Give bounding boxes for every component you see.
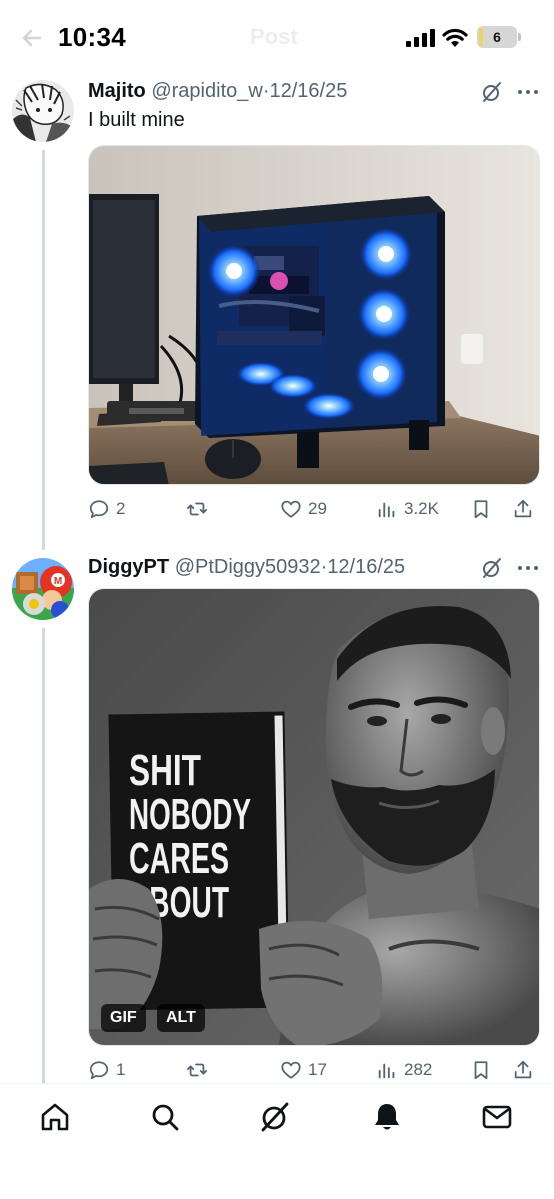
gigachad-gif-frame: SHIT NOBODY CARES ABOUT (89, 589, 539, 1045)
post-date[interactable]: 12/16/25 (327, 556, 405, 578)
reply-icon (89, 1061, 109, 1080)
tweet-actions: 1 17 282 (88, 1055, 540, 1085)
display-name[interactable]: Majito (88, 80, 146, 102)
tweet-text: I built mine (88, 109, 185, 131)
manga-avatar-image (12, 80, 74, 142)
avatar[interactable]: M (12, 558, 74, 620)
views-button[interactable]: 282 (376, 1055, 432, 1085)
bottom-nav (0, 1083, 554, 1199)
views-button[interactable]: 3.2K (376, 494, 439, 524)
tweet[interactable]: Majito @rapidito_w·12/16/25 I built mine (0, 0, 554, 540)
heart-icon (281, 500, 301, 518)
retweet-icon (186, 1063, 208, 1077)
gif-badge: GIF (101, 1004, 146, 1032)
reply-count: 2 (116, 499, 126, 518)
like-button[interactable]: 17 (280, 1055, 327, 1085)
book-text-line: SHIT (129, 746, 201, 795)
book-text-line: CARES (129, 834, 229, 883)
nav-notifications[interactable] (370, 1100, 404, 1134)
bookmark-icon (474, 500, 488, 519)
reply-icon (89, 500, 109, 519)
tweet-header: Majito @rapidito_w·12/16/25 (88, 78, 347, 106)
reply-button[interactable]: 1 (88, 1055, 125, 1085)
nav-grok[interactable] (258, 1100, 292, 1134)
alt-text-button[interactable]: ALT (157, 1004, 205, 1032)
tweet[interactable]: M DiggyPT @PtDiggy50932·12/16/25 SHIT NO… (0, 540, 554, 1083)
view-count: 282 (404, 1060, 433, 1079)
grok-icon (261, 1102, 289, 1132)
share-button[interactable] (512, 1055, 534, 1085)
retweet-button[interactable] (186, 494, 214, 524)
pc-build-photo (89, 146, 539, 484)
handle[interactable]: @rapidito_w (151, 80, 262, 102)
notifications-icon (375, 1104, 399, 1130)
heart-icon (281, 1061, 301, 1079)
bookmark-icon (474, 1061, 488, 1080)
like-count: 29 (308, 499, 327, 518)
tweet-photo[interactable] (88, 145, 540, 485)
tweet-actions: 2 29 3.2K (88, 494, 540, 524)
svg-text:M: M (54, 576, 62, 587)
handle[interactable]: @PtDiggy50932 (175, 556, 321, 578)
views-icon (378, 1063, 395, 1079)
view-count: 3.2K (404, 499, 439, 518)
tweet-gif[interactable]: SHIT NOBODY CARES ABOUT GIF ALT (88, 588, 540, 1046)
more-options-icon[interactable] (516, 80, 540, 104)
reply-count: 1 (116, 1060, 126, 1079)
grok-icon[interactable] (480, 80, 504, 104)
retweet-icon (186, 502, 208, 516)
share-button[interactable] (512, 494, 534, 524)
more-options-icon[interactable] (516, 556, 540, 580)
like-count: 17 (308, 1060, 327, 1079)
nav-search[interactable] (148, 1100, 182, 1134)
search-icon (152, 1104, 179, 1131)
like-button[interactable]: 29 (280, 494, 327, 524)
post-date[interactable]: 12/16/25 (269, 80, 347, 102)
retweet-button[interactable] (186, 1055, 214, 1085)
nav-home[interactable] (38, 1100, 72, 1134)
grok-icon[interactable] (480, 556, 504, 580)
reply-button[interactable]: 2 (88, 494, 125, 524)
tweet-header: DiggyPT @PtDiggy50932·12/16/25 (88, 554, 405, 582)
share-icon (514, 1060, 532, 1079)
views-icon (378, 502, 395, 518)
avatar[interactable] (12, 80, 74, 142)
home-icon (41, 1103, 69, 1131)
bookmark-button[interactable] (470, 494, 492, 524)
messages-icon (482, 1105, 512, 1129)
share-icon (514, 499, 532, 518)
nav-messages[interactable] (480, 1100, 514, 1134)
display-name[interactable]: DiggyPT (88, 556, 169, 578)
book-text-line: NOBODY (129, 790, 251, 839)
mario-avatar-image: M (12, 558, 74, 620)
bookmark-button[interactable] (470, 1055, 492, 1085)
